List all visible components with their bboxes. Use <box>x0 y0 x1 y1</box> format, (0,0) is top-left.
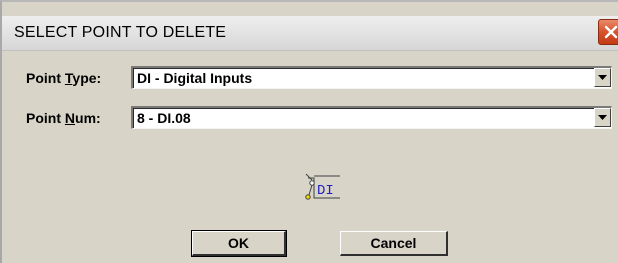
digital-input-icon: DI <box>304 170 344 202</box>
point-type-select[interactable]: DI - Digital Inputs <box>131 66 612 89</box>
point-type-label: Point Type: <box>26 70 102 86</box>
point-type-value: DI - Digital Inputs <box>137 70 253 86</box>
digital-input-icon-text: DI <box>317 183 334 199</box>
point-type-dropdown-button[interactable] <box>594 68 611 87</box>
chevron-down-icon <box>598 75 607 80</box>
point-num-label: Point Num: <box>26 110 101 126</box>
point-num-value: 8 - DI.08 <box>137 110 191 126</box>
cancel-button[interactable]: Cancel <box>340 231 448 256</box>
title-bar[interactable]: SELECT POINT TO DELETE <box>2 16 618 51</box>
chevron-down-icon <box>598 115 607 120</box>
close-button[interactable] <box>598 19 618 45</box>
point-num-dropdown-button[interactable] <box>594 108 611 127</box>
dialog-title: SELECT POINT TO DELETE <box>14 24 227 41</box>
point-num-select[interactable]: 8 - DI.08 <box>131 106 612 129</box>
delete-point-dialog: SELECT POINT TO DELETE Point Type: DI - … <box>0 0 618 263</box>
close-icon <box>604 25 618 39</box>
ok-button[interactable]: OK <box>191 230 287 257</box>
